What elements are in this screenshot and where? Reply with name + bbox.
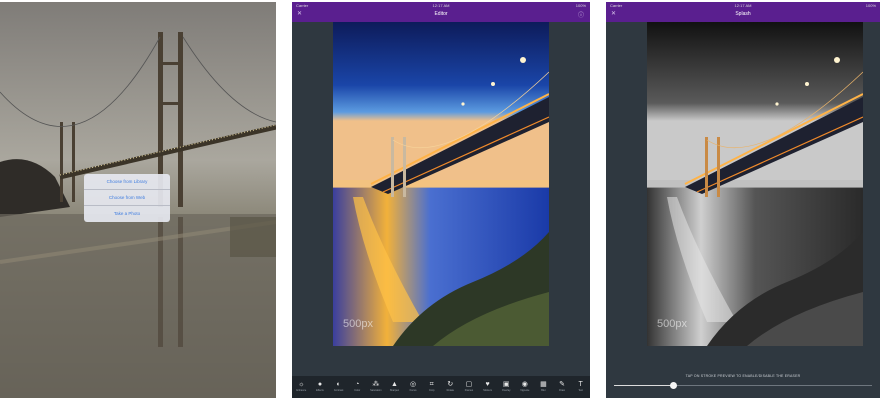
tool-draw[interactable]: ✎ Draw <box>553 376 572 398</box>
tool-rotate[interactable]: ↻ Rotate <box>441 376 460 398</box>
tool-label: Text <box>578 389 583 392</box>
tool-label: Vignette <box>520 389 530 392</box>
tool-label: Sharpen <box>389 389 400 392</box>
tool-label: Contrast <box>333 389 344 392</box>
tool-overlay[interactable]: ▣ Overlay <box>497 376 516 398</box>
watermark-text: 500px <box>657 318 687 330</box>
nav-bar: Carrier 12:17 AM 100% ✕ Editor ⓘ <box>292 2 590 22</box>
tool-blur[interactable]: ▦ Blur <box>534 376 553 398</box>
dial-icon: ◔ <box>355 381 360 388</box>
tool-effects[interactable]: ● Effects <box>311 376 330 398</box>
circle-icon: ◎ <box>410 381 417 388</box>
tool-crop[interactable]: ⌗ Crop <box>422 376 441 398</box>
status-time: 12:17 AM <box>734 3 752 8</box>
status-battery: 100% <box>865 3 876 8</box>
drops-icon: ⁂ <box>372 381 380 388</box>
slider-fill <box>614 385 674 386</box>
frame-icon: ▢ <box>465 381 473 388</box>
dot-icon: ● <box>317 381 323 388</box>
screenshot-splash: Carrier 12:17 AM 100% ✕ Splash 500px TAP… <box>606 2 880 398</box>
status-bar: Carrier 12:17 AM 100% <box>606 2 880 10</box>
tool-label: Blur <box>541 389 546 392</box>
tool-label: Rotate <box>446 389 454 392</box>
brush-size-slider[interactable] <box>614 382 872 389</box>
status-time: 12:17 AM <box>432 3 450 8</box>
pen-icon: ✎ <box>559 381 565 388</box>
info-icon[interactable]: ⓘ <box>578 10 584 19</box>
tool-label: Enhance <box>296 389 307 392</box>
crop-icon: ⌗ <box>429 381 434 388</box>
contrast-icon: ◐ <box>336 381 341 388</box>
tool-contrast[interactable]: ◐ Contrast <box>329 376 348 398</box>
tool-label: Effects <box>316 389 324 392</box>
tool-label: Color <box>354 389 361 392</box>
tool-label: Crop <box>428 389 435 392</box>
tool-sharpen[interactable]: ▲ Sharpen <box>385 376 404 398</box>
tool-text[interactable]: T Text <box>571 376 590 398</box>
tool-label: Saturation <box>370 389 382 392</box>
tool-frames[interactable]: ▢ Frames <box>460 376 479 398</box>
watermark-text: 500px <box>343 318 373 330</box>
page-title: Editor <box>434 11 448 17</box>
heart-icon: ♥ <box>485 381 490 388</box>
square-icon: ▣ <box>502 381 510 388</box>
rotate-icon: ↻ <box>447 381 454 388</box>
tool-saturation[interactable]: ⁂ Saturation <box>367 376 386 398</box>
edited-photo: 500px <box>333 22 549 346</box>
sun-icon: ☼ <box>298 381 305 388</box>
page-title: Splash <box>735 11 751 17</box>
tool-color[interactable]: ◔ Color <box>348 376 367 398</box>
grid-icon: ▦ <box>540 381 547 388</box>
slider-knob[interactable] <box>669 382 677 389</box>
tool-label: Overlay <box>501 389 511 392</box>
status-battery: 100% <box>575 3 586 8</box>
screenshot-source-picker: 12:18 AM 100% <box>0 2 276 398</box>
tool-label: Stickers <box>483 389 492 392</box>
take-photo-button[interactable]: Take a Photo <box>84 206 170 222</box>
nav-bar: Carrier 12:17 AM 100% ✕ Splash <box>606 2 880 22</box>
triangle-icon: ▲ <box>390 381 398 388</box>
tool-label: Draw <box>559 389 565 392</box>
tool-enhance[interactable]: ☼ Enhance <box>292 376 311 398</box>
screenshot-editor: Carrier 12:17 AM 100% ✕ Editor ⓘ 500px ☼… <box>292 2 590 398</box>
choose-from-library-button[interactable]: Choose from Library <box>84 174 170 190</box>
tool-label: Focus <box>409 389 417 392</box>
tool-focus[interactable]: ◎ Focus <box>404 376 423 398</box>
editor-toolbar: ☼ Enhance ● Effects ◐ Contrast ◔ Color ⁂ Saturati… <box>292 376 590 398</box>
choose-from-web-button[interactable]: Choose from Web <box>84 190 170 206</box>
tool-stickers[interactable]: ♥ Stickers <box>478 376 497 398</box>
status-bar: Carrier 12:17 AM 100% <box>292 2 590 10</box>
tool-vignette[interactable]: ◉ Vignette <box>516 376 535 398</box>
vignette-icon: ◉ <box>521 381 528 388</box>
eraser-hint: TAP ON STROKE PREVIEW TO ENABLE/DISABLE … <box>685 374 801 378</box>
source-action-sheet: Choose from Library Choose from Web Take… <box>84 174 170 222</box>
splash-photo: 500px <box>647 22 863 346</box>
tool-label: Frames <box>464 389 474 392</box>
text-icon: T <box>578 381 583 388</box>
